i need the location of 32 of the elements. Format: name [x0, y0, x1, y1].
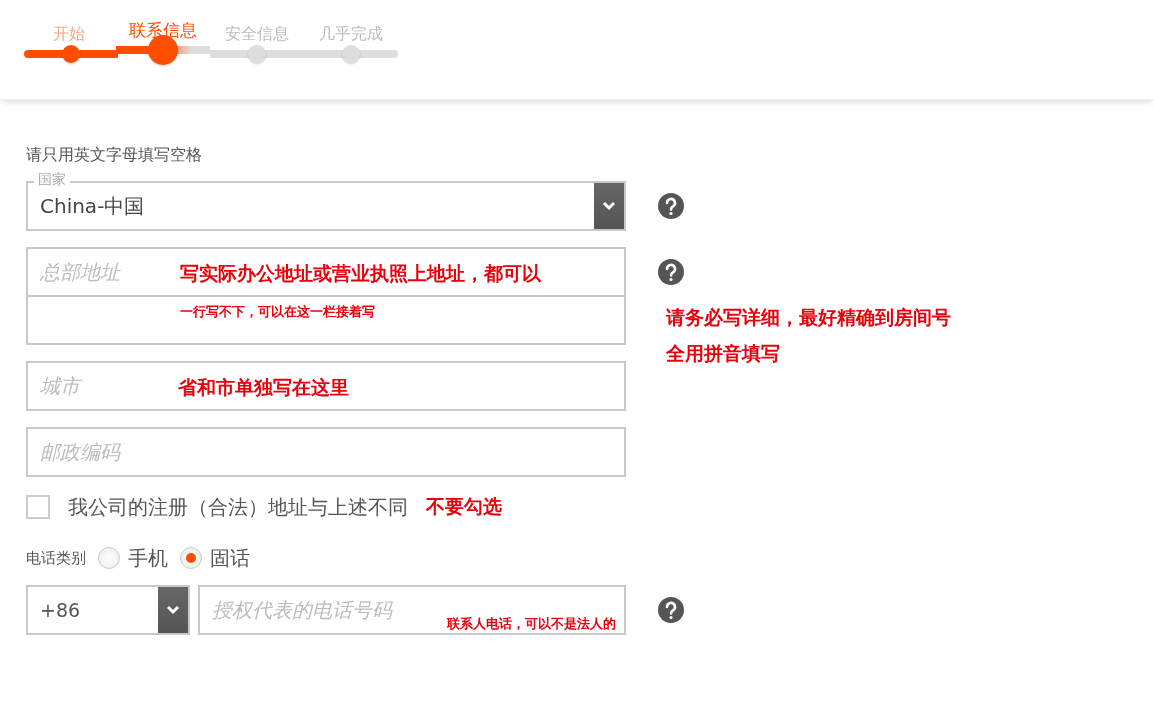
- step-label: 几乎完成: [319, 23, 383, 45]
- select-value: +86: [39, 599, 82, 621]
- field-label: 电话类别: [26, 548, 86, 568]
- radio-button[interactable]: [180, 547, 202, 569]
- country-code-select[interactable]: +86: [26, 585, 190, 635]
- help-icon[interactable]: [658, 597, 684, 623]
- step-label: 开始: [53, 23, 85, 45]
- annotation-text: 联系人电话，可以不是法人的: [447, 615, 616, 633]
- chevron-down-icon: [602, 201, 616, 211]
- help-icon[interactable]: [658, 259, 684, 285]
- field-legend: 国家: [34, 171, 70, 187]
- dropdown-button[interactable]: [594, 183, 624, 229]
- radio-label: 固话: [210, 544, 250, 572]
- dropdown-button[interactable]: [158, 587, 188, 633]
- annotation-text: 全用拼音填写: [666, 341, 781, 366]
- step-label: 安全信息: [225, 23, 289, 45]
- chevron-down-icon: [166, 605, 180, 615]
- annotation-text: 写实际办公地址或营业执照上地址，都可以: [180, 261, 541, 286]
- annotation-text: 不要勾选: [426, 494, 502, 519]
- help-icon[interactable]: [658, 193, 684, 219]
- postcode-field[interactable]: 邮政编码: [26, 427, 626, 477]
- radio-label: 手机: [128, 544, 168, 572]
- step-label: 联系信息: [129, 19, 197, 42]
- annotation-text: 省和市单独写在这里: [178, 375, 349, 400]
- annotation-text: 一行写不下，可以在这一栏接着写: [180, 303, 375, 321]
- address-field[interactable]: [26, 295, 626, 345]
- radio-button[interactable]: [98, 547, 120, 569]
- select-value: China-中国: [39, 192, 146, 220]
- checkbox[interactable]: [26, 495, 50, 519]
- instruction-text: 请只用英文字母填写空格: [26, 145, 203, 166]
- annotation-text: 请务必写详细，最好精确到房间号: [666, 305, 951, 330]
- checkbox-label: 我公司的注册（合法）地址与上述不同: [68, 493, 408, 521]
